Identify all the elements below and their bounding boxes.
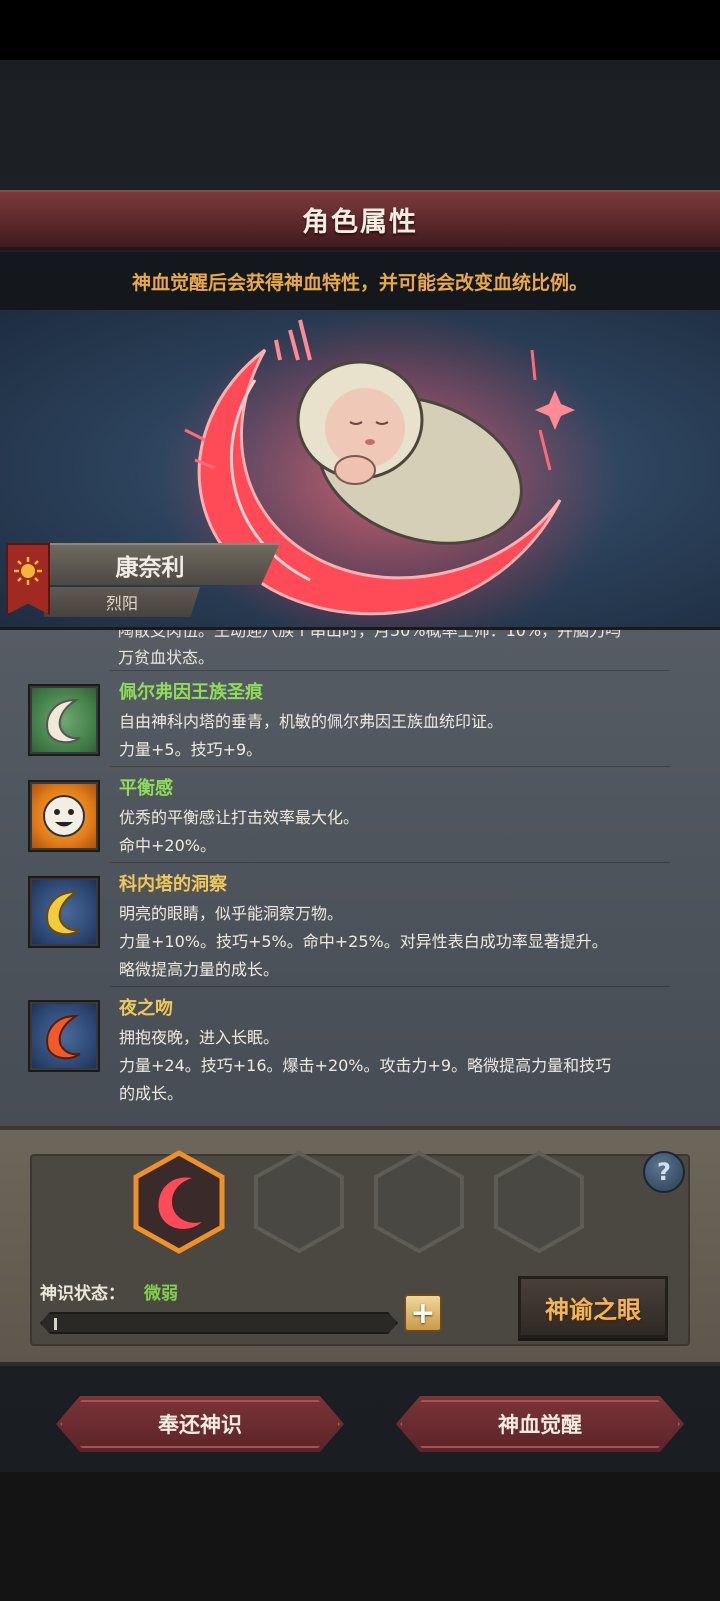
empty-slot[interactable] <box>252 1150 346 1254</box>
return-divine-sense-button[interactable]: 奉还神识 <box>56 1396 344 1452</box>
trait-desc: 优秀的平衡感让打击效率最大化。 <box>119 808 360 827</box>
bottom-backdrop <box>0 1472 720 1601</box>
list-item[interactable]: 佩尔弗因王族圣痕 自由神科内塔的垂青，机敏的佩尔弗因王族血统印证。 力量+5。技… <box>0 678 720 768</box>
white-moon-crest-icon <box>28 684 100 756</box>
trait-name: 科内塔的洞察 <box>119 874 227 895</box>
blood-moon-slot-icon[interactable] <box>132 1150 226 1254</box>
character-nameplate: 康奈利 烈阳 <box>0 543 280 619</box>
divine-sense-status: 微弱 <box>144 1284 178 1304</box>
oracle-eye-label: 神谕之眼 <box>545 1295 641 1324</box>
smiley-face-icon <box>28 780 100 852</box>
status-bar-area <box>0 0 720 60</box>
trait-stats: 力量+10%。技巧+5%。命中+25%。对异性表白成功率显著提升。 <box>119 932 608 951</box>
character-name: 康奈利 <box>115 555 185 581</box>
trait-divider <box>110 670 670 671</box>
oracle-eye-button[interactable]: 神谕之眼 <box>518 1276 668 1338</box>
trait-growth: 的成长。 <box>119 1084 184 1103</box>
page-subtitle: 神血觉醒后会获得神血特性，并可能会改变血统比例。 <box>131 271 588 294</box>
divine-sense-label: 神识状态： <box>40 1284 125 1304</box>
red-moon-crest-icon <box>28 1000 100 1072</box>
trait-stats: 力量+24。技巧+16。爆击+20%。攻击力+9。略微提高力量和技巧 <box>119 1056 612 1075</box>
trait-name: 夜之吻 <box>119 998 173 1019</box>
list-item[interactable]: 科内塔的洞察 明亮的眼睛，似乎能洞察万物。 力量+10%。技巧+5%。命中+25… <box>0 870 720 986</box>
trait-list[interactable]: 陶散支肉伍。王动迎八族〒串山时，月50%概率土帅：10%，并脑刀吗 万贫血状态。… <box>0 630 720 1126</box>
blood-awaken-button[interactable]: 神血觉醒 <box>396 1396 684 1452</box>
title-banner: 角色属性 <box>0 190 720 250</box>
name-bar: 康奈利 <box>44 543 280 585</box>
trait-stats: 命中+20%。 <box>119 836 216 855</box>
trait-desc: 拥抱夜晚，进入长眠。 <box>119 1028 280 1047</box>
trait-name: 佩尔弗因王族圣痕 <box>119 682 263 703</box>
clipped-trait-text: 万贫血状态。 <box>118 648 215 667</box>
trait-name: 平衡感 <box>119 778 173 799</box>
list-item[interactable]: 夜之吻 拥抱夜晚，进入长眠。 力量+24。技巧+16。爆击+20%。攻击力+9。… <box>0 994 720 1112</box>
character-tag: 烈阳 <box>106 594 139 613</box>
title-tag-bar: 烈阳 <box>44 587 200 617</box>
progress-fill <box>54 1318 57 1330</box>
divine-sense-progress-bar <box>40 1312 398 1334</box>
page-title: 角色属性 <box>302 207 418 238</box>
help-icon[interactable]: ? <box>643 1151 685 1193</box>
empty-slot[interactable] <box>372 1150 466 1254</box>
trait-desc: 明亮的眼睛，似乎能洞察万物。 <box>119 904 344 923</box>
subtitle-bar: 神血觉醒后会获得神血特性，并可能会改变血统比例。 <box>0 252 720 310</box>
empty-slot[interactable] <box>492 1150 586 1254</box>
blood-awaken-label: 神血觉醒 <box>498 1413 582 1437</box>
trait-divider <box>110 766 670 767</box>
trait-desc: 自由神科内塔的垂青，机敏的佩尔弗因王族血统印证。 <box>119 712 504 731</box>
clipped-trait-text: 陶散支肉伍。王动迎八族〒串山时，月50%概率土帅：10%，并脑刀吗 <box>118 630 622 640</box>
trait-divider <box>110 986 670 987</box>
gold-moon-crest-icon <box>28 876 100 948</box>
add-button[interactable]: + <box>404 1294 442 1332</box>
trait-divider <box>110 862 670 863</box>
trait-growth: 略微提高力量的成长。 <box>119 960 280 979</box>
sun-emblem-icon <box>6 543 50 615</box>
list-item[interactable]: 平衡感 优秀的平衡感让打击效率最大化。 命中+20%。 <box>0 774 720 864</box>
trait-stats: 力量+5。技巧+9。 <box>119 740 263 759</box>
return-divine-sense-label: 奉还神识 <box>158 1413 242 1437</box>
